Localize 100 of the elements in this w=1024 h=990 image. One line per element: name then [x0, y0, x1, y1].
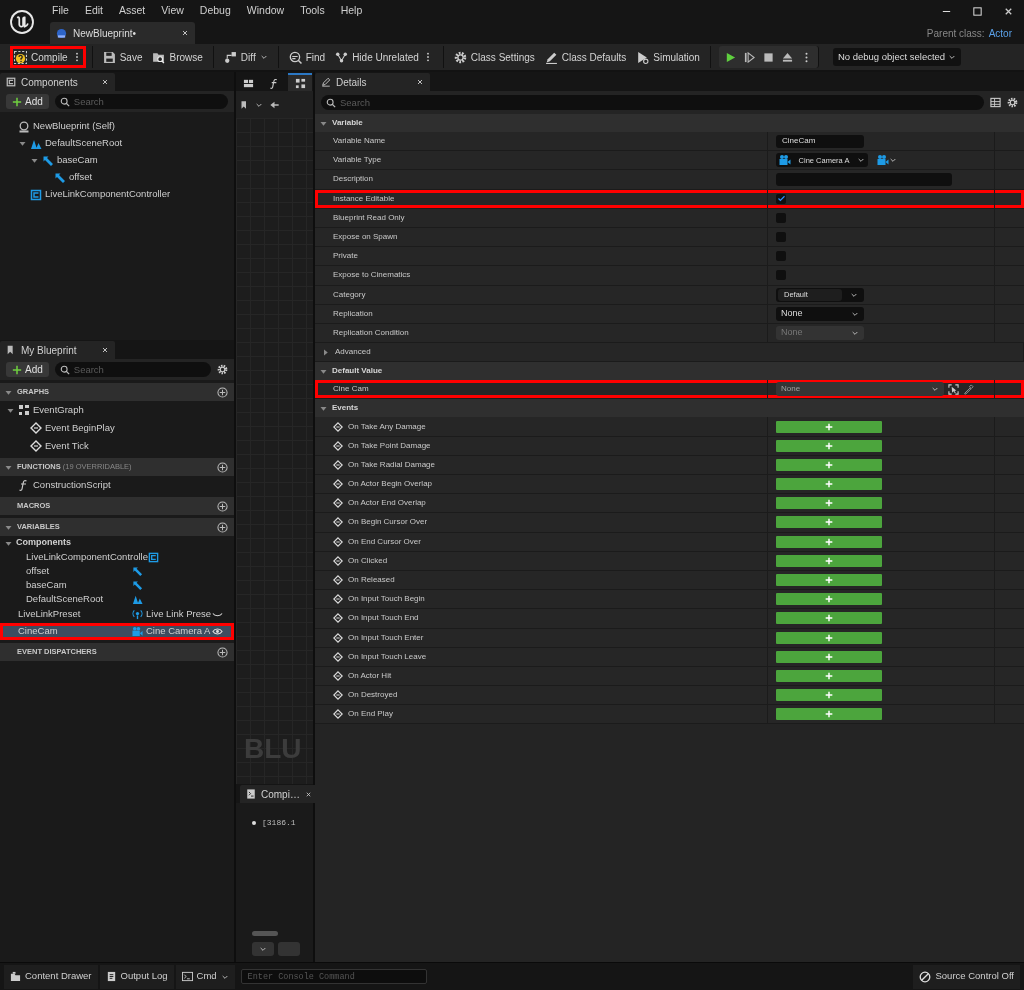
- tree-item-label[interactable]: DefaultSceneRoot: [45, 136, 123, 151]
- menu-item[interactable]: Edit: [76, 3, 111, 19]
- output-log-button[interactable]: Output Log: [99, 964, 174, 989]
- console-type-dropdown[interactable]: Cmd: [175, 964, 235, 989]
- tree-item-label[interactable]: Event BeginPlay: [45, 420, 115, 436]
- variable-name[interactable]: LiveLinkPreset: [18, 607, 132, 622]
- add-event-button[interactable]: [776, 497, 882, 510]
- variable-name[interactable]: offset: [26, 564, 132, 579]
- maximize-icon[interactable]: [972, 5, 983, 17]
- variable-row[interactable]: LiveLinkPreset Live Link Prese: [0, 606, 234, 623]
- add-event-button[interactable]: [776, 439, 882, 452]
- add-event-button[interactable]: [776, 650, 882, 663]
- add-event-button[interactable]: [776, 708, 882, 721]
- panel-tab[interactable]: Compi…: [240, 785, 318, 803]
- bookmark-icon[interactable]: [240, 99, 249, 110]
- hide-button[interactable]: Hide Unrelated: [331, 46, 437, 68]
- table-icon[interactable]: [990, 97, 1001, 108]
- add-event-button[interactable]: [776, 574, 882, 587]
- section-header[interactable]: Events: [332, 402, 359, 415]
- variable-name[interactable]: baseCam: [26, 578, 132, 593]
- add-button[interactable]: Add: [6, 362, 49, 377]
- variable-name[interactable]: CineCam: [18, 624, 132, 639]
- eject-icon[interactable]: [781, 51, 793, 63]
- category-label[interactable]: Components: [16, 536, 71, 550]
- tree-item-label[interactable]: baseCam: [57, 153, 98, 168]
- stop-icon[interactable]: [762, 51, 774, 63]
- property-label[interactable]: Advanced: [335, 346, 371, 359]
- menu-item[interactable]: Asset: [111, 3, 154, 19]
- search-field[interactable]: Search: [321, 95, 984, 110]
- add-icon[interactable]: [217, 461, 228, 473]
- add-button[interactable]: Add: [6, 94, 49, 109]
- panel-tab[interactable]: My Blueprint: [0, 341, 115, 359]
- back-arrow-icon[interactable]: [269, 99, 280, 110]
- parent-class-link[interactable]: Actor: [988, 25, 1012, 41]
- checkbox[interactable]: [776, 193, 786, 204]
- compile-button[interactable]: Compile: [10, 46, 86, 68]
- variable-name[interactable]: LiveLinkComponentControlle: [26, 550, 148, 565]
- object-picker[interactable]: None: [776, 382, 944, 397]
- menu-item[interactable]: Window: [238, 3, 293, 19]
- add-icon[interactable]: [217, 386, 228, 398]
- menu-item[interactable]: Help: [332, 3, 371, 19]
- diff-button[interactable]: Diff: [219, 46, 272, 68]
- content-drawer-button[interactable]: Content Drawer: [4, 964, 98, 989]
- tree-item-label[interactable]: LiveLinkComponentController: [45, 187, 171, 202]
- console-input[interactable]: Enter Console Command: [240, 969, 427, 984]
- add-event-button[interactable]: [776, 420, 882, 433]
- add-event-button[interactable]: [776, 535, 882, 548]
- tree-item-label[interactable]: Event Tick: [45, 438, 89, 454]
- close-icon[interactable]: [101, 346, 109, 354]
- simulation-button[interactable]: Simulation: [632, 46, 704, 68]
- graph-tab[interactable]: [288, 73, 312, 91]
- close-icon[interactable]: [416, 78, 424, 86]
- browse-button[interactable]: Browse: [148, 46, 207, 68]
- eyedropper-icon[interactable]: [963, 383, 974, 395]
- find-button[interactable]: Find: [284, 46, 330, 68]
- play-icon[interactable]: [724, 51, 736, 63]
- variable-name[interactable]: DefaultSceneRoot: [26, 592, 132, 607]
- add-event-button[interactable]: [776, 478, 882, 491]
- tree-item-label[interactable]: EventGraph: [33, 402, 84, 418]
- add-event-button[interactable]: [776, 689, 882, 702]
- search-field[interactable]: Search: [54, 94, 228, 109]
- close-icon[interactable]: [101, 78, 109, 86]
- source-control-button[interactable]: Source Control Off: [913, 964, 1020, 989]
- close-icon[interactable]: [304, 790, 312, 798]
- document-tab[interactable]: NewBlueprint•: [50, 22, 195, 44]
- menu-item[interactable]: Debug: [191, 3, 239, 19]
- panel-tab[interactable]: Details: [315, 73, 430, 91]
- logo-icon[interactable]: [9, 9, 35, 35]
- section-header[interactable]: Default Value: [332, 365, 383, 378]
- settings-icon[interactable]: [1007, 97, 1018, 108]
- variable-row[interactable]: CineCam Cine Camera A: [0, 623, 234, 640]
- tree-item-label[interactable]: NewBlueprint (Self): [33, 119, 115, 134]
- dropdown[interactable]: None: [776, 306, 864, 321]
- close-icon[interactable]: [181, 29, 189, 37]
- defaults-button[interactable]: Class Defaults: [540, 46, 631, 68]
- text-field[interactable]: CineCam: [776, 134, 864, 148]
- add-event-button[interactable]: [776, 593, 882, 606]
- menu-item[interactable]: Tools: [292, 3, 333, 19]
- add-event-button[interactable]: [776, 554, 882, 567]
- collapse-arrow-icon[interactable]: [30, 156, 39, 165]
- settings-icon[interactable]: [217, 364, 228, 375]
- search-field[interactable]: Search: [54, 362, 211, 377]
- add-event-button[interactable]: [776, 516, 882, 529]
- settings-button[interactable]: Class Settings: [449, 46, 539, 68]
- add-icon[interactable]: [217, 521, 228, 533]
- tree-item-label[interactable]: ConstructionScript: [33, 477, 111, 493]
- step-icon[interactable]: [743, 51, 755, 63]
- save-button[interactable]: Save: [98, 46, 147, 68]
- add-event-button[interactable]: [776, 669, 882, 682]
- add-event-button[interactable]: [776, 631, 882, 644]
- section-header[interactable]: Variable: [332, 117, 363, 129]
- menu-item[interactable]: View: [153, 3, 192, 19]
- tree-item-label[interactable]: offset: [69, 170, 93, 185]
- add-event-button[interactable]: [776, 612, 882, 625]
- eye-icon[interactable]: [212, 626, 223, 637]
- add-event-button[interactable]: [776, 458, 882, 471]
- scrollbar-thumb[interactable]: [252, 931, 278, 936]
- add-icon[interactable]: [217, 500, 228, 512]
- collapse-arrow-icon[interactable]: [18, 139, 27, 148]
- add-icon[interactable]: [217, 646, 228, 658]
